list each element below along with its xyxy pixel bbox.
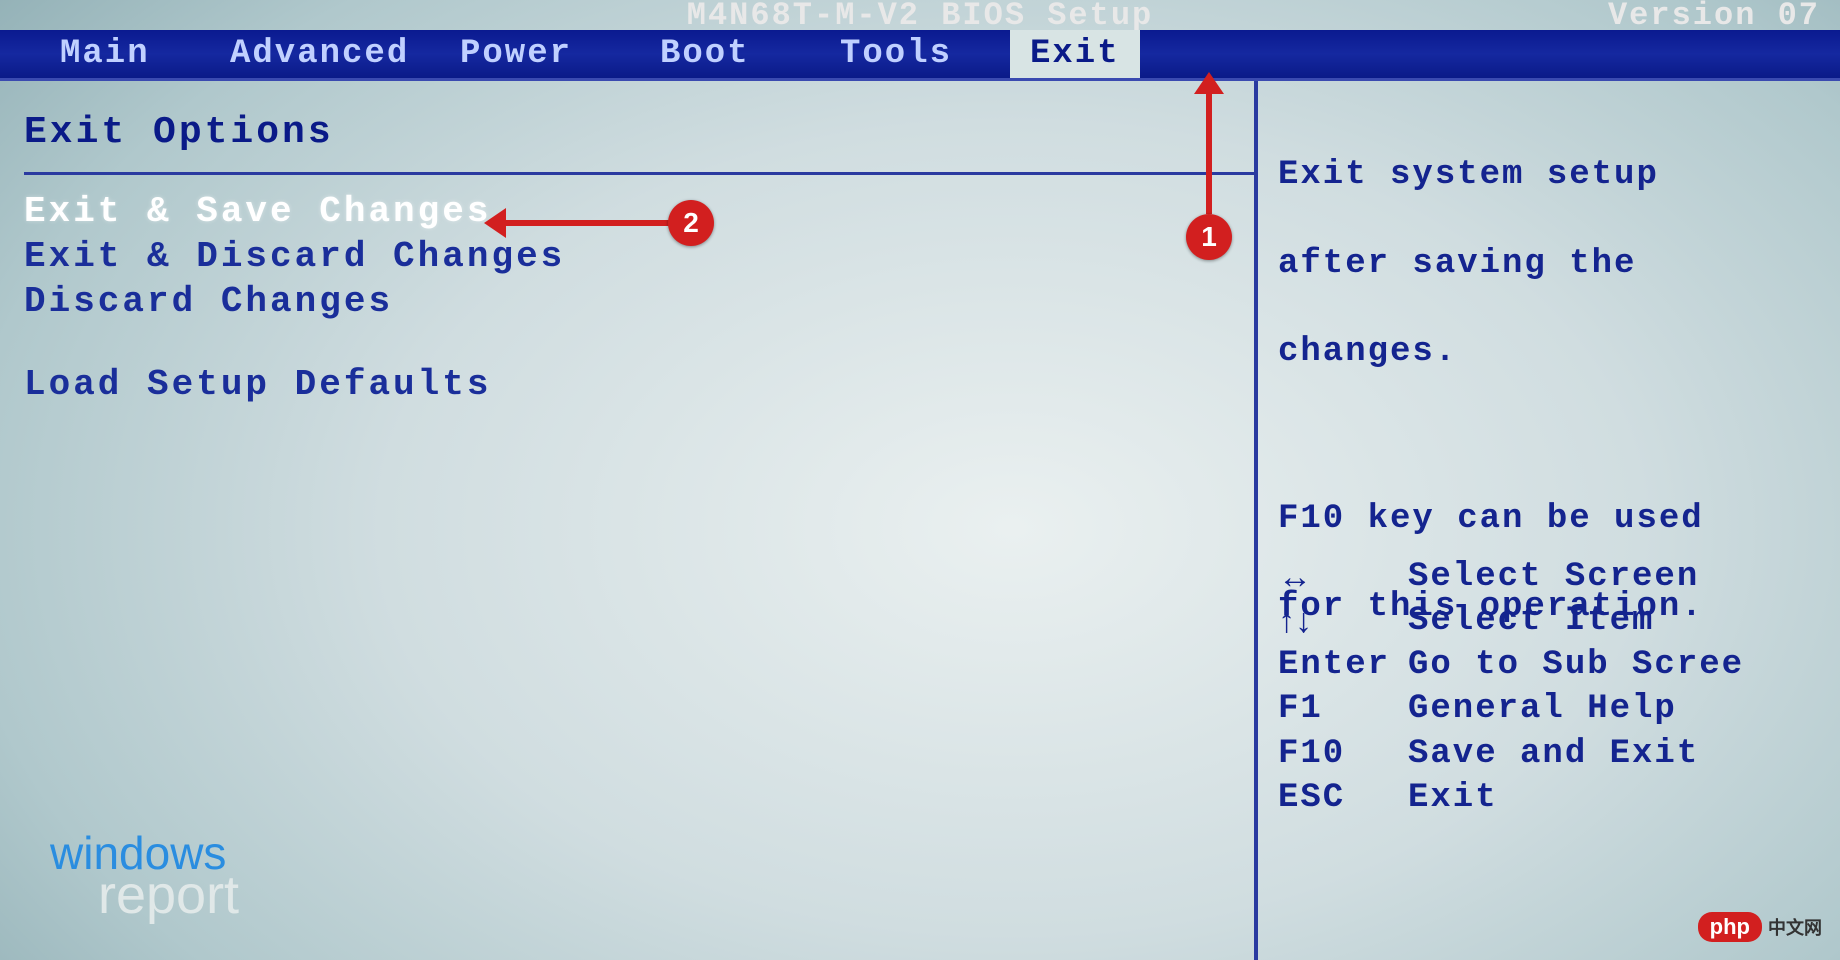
watermark-php-text: 中文网 bbox=[1768, 914, 1822, 940]
legend-select-screen: Select Screen bbox=[1408, 555, 1699, 599]
help-line: changes. bbox=[1278, 330, 1820, 374]
help-line: F10 key can be used bbox=[1278, 497, 1820, 541]
tab-main[interactable]: Main bbox=[40, 30, 210, 78]
bios-version: Version 07 bbox=[1608, 0, 1820, 30]
watermark-php-pill: php bbox=[1698, 912, 1762, 942]
legend-row: ↔ Select Screen bbox=[1278, 555, 1744, 599]
key-legend: ↔ Select Screen ↑↓ Select Item Enter Go … bbox=[1278, 555, 1744, 820]
panel-divider bbox=[24, 172, 1254, 175]
legend-select-item: Select Item bbox=[1408, 599, 1654, 643]
legend-key-enter: Enter bbox=[1278, 643, 1408, 687]
menu-exit-save-changes[interactable]: Exit & Save Changes bbox=[24, 189, 1230, 234]
legend-row: ↑↓ Select Item bbox=[1278, 599, 1744, 643]
bios-body: Exit Options Exit & Save Changes Exit & … bbox=[0, 78, 1840, 960]
menu-discard-changes[interactable]: Discard Changes bbox=[24, 279, 1230, 324]
bios-title: M4N68T-M-V2 BIOS Setup bbox=[687, 0, 1153, 30]
tab-tools[interactable]: Tools bbox=[820, 30, 1010, 78]
legend-go-sub-screen: Go to Sub Scree bbox=[1408, 643, 1744, 687]
watermark-php-cn: php 中文网 bbox=[1698, 912, 1822, 942]
annotation-arrowhead-2 bbox=[484, 208, 506, 238]
legend-key-esc: ESC bbox=[1278, 776, 1408, 820]
legend-key-arrows-ud: ↑↓ bbox=[1278, 599, 1408, 643]
legend-row: F10 Save and Exit bbox=[1278, 732, 1744, 776]
legend-save-and-exit: Save and Exit bbox=[1408, 732, 1699, 776]
annotation-arrowhead-1 bbox=[1194, 72, 1224, 94]
watermark-report: report bbox=[98, 870, 239, 921]
legend-row: F1 General Help bbox=[1278, 687, 1744, 731]
tab-advanced[interactable]: Advanced bbox=[210, 30, 440, 78]
menu-gap bbox=[24, 324, 1230, 362]
annotation-badge-2: 2 bbox=[668, 200, 714, 246]
legend-exit: Exit bbox=[1408, 776, 1498, 820]
annotation-arrow-1 bbox=[1206, 82, 1212, 214]
annotation-arrow-2 bbox=[505, 220, 669, 226]
legend-key-f1: F1 bbox=[1278, 687, 1408, 731]
menu-exit-discard-changes[interactable]: Exit & Discard Changes bbox=[24, 234, 1230, 279]
tab-boot[interactable]: Boot bbox=[640, 30, 820, 78]
help-line: after saving the bbox=[1278, 242, 1820, 286]
bios-title-bar: M4N68T-M-V2 BIOS Setup Version 07 bbox=[0, 0, 1840, 30]
annotation-badge-1: 1 bbox=[1186, 214, 1232, 260]
tab-power[interactable]: Power bbox=[440, 30, 640, 78]
legend-row: Enter Go to Sub Scree bbox=[1278, 643, 1744, 687]
legend-row: ESC Exit bbox=[1278, 776, 1744, 820]
help-line: Exit system setup bbox=[1278, 153, 1820, 197]
legend-key-f10: F10 bbox=[1278, 732, 1408, 776]
legend-key-arrows-lr: ↔ bbox=[1278, 555, 1408, 599]
panel-title: Exit Options bbox=[24, 111, 1230, 154]
bios-tab-bar: Main Advanced Power Boot Tools Exit bbox=[0, 30, 1840, 78]
menu-load-setup-defaults[interactable]: Load Setup Defaults bbox=[24, 362, 1230, 407]
help-panel: Exit system setup after saving the chang… bbox=[1258, 81, 1840, 960]
legend-general-help: General Help bbox=[1408, 687, 1677, 731]
tab-exit[interactable]: Exit bbox=[1010, 30, 1140, 78]
watermark-windows-report: windows report bbox=[50, 832, 239, 921]
